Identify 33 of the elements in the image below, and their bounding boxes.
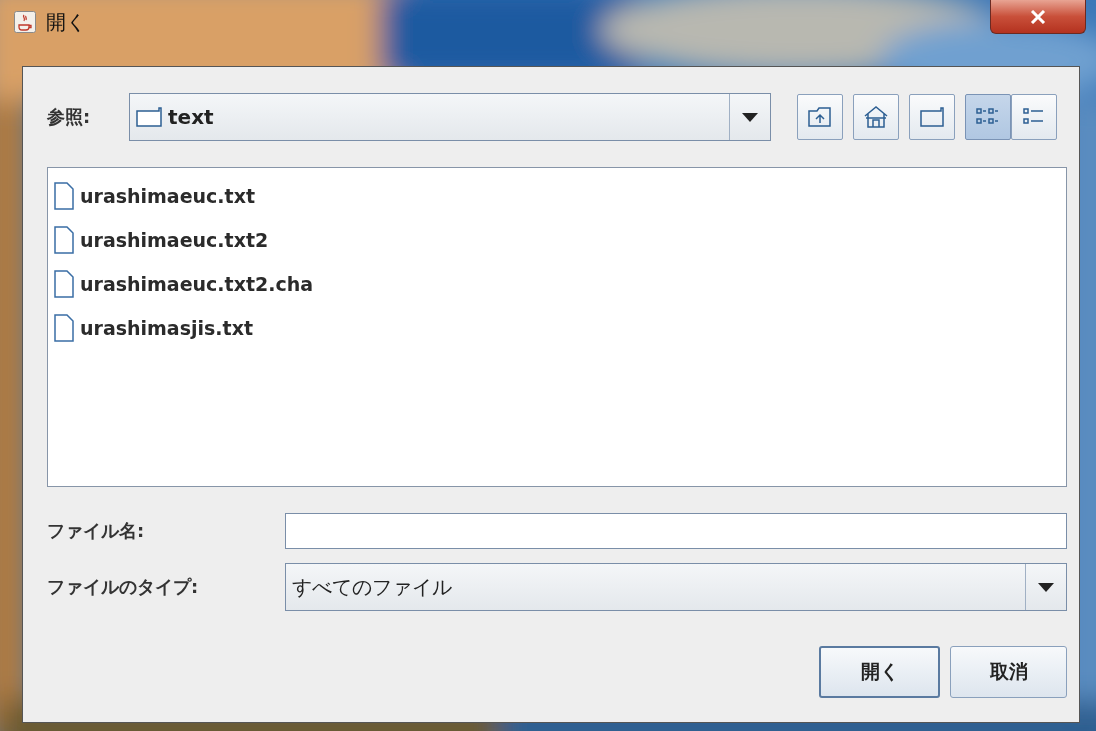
view-toggle-button[interactable]: [965, 94, 1011, 140]
file-type-dropdown[interactable]: すべてのファイル: [285, 563, 1067, 611]
document-icon: [54, 182, 74, 210]
file-item[interactable]: urashimaeuc.txt2: [54, 218, 1060, 262]
cancel-button[interactable]: 取消: [950, 646, 1067, 698]
look-in-label: 参照:: [47, 105, 92, 129]
toolbar-button[interactable]: [853, 94, 899, 140]
close-button[interactable]: [990, 0, 1086, 34]
open-button[interactable]: 開く: [819, 646, 940, 698]
toolbar-button[interactable]: [909, 94, 955, 140]
document-icon: [54, 270, 74, 298]
file-type-value: すべてのファイル: [291, 573, 453, 601]
folder-up-icon: [807, 105, 833, 129]
file-type-label: ファイルのタイプ:: [47, 575, 200, 599]
home-icon: [863, 104, 889, 130]
document-icon: [54, 226, 74, 254]
window-title: 開く: [46, 8, 86, 36]
dropdown-arrow-icon: [742, 112, 758, 122]
close-icon: [1030, 9, 1046, 24]
view-toggle-button[interactable]: [1011, 94, 1057, 140]
folder-icon: [919, 106, 945, 128]
look-in-value: text: [167, 105, 215, 129]
document-icon: [54, 314, 74, 342]
toolbar-button[interactable]: [797, 94, 843, 140]
folder-icon: [136, 107, 162, 127]
file-item[interactable]: urashimasjis.txt: [54, 306, 1060, 350]
file-name-label: ファイル名:: [47, 519, 146, 543]
look-in-dropdown[interactable]: text: [129, 93, 771, 141]
file-item[interactable]: urashimaeuc.txt: [54, 174, 1060, 218]
java-cup-icon: [14, 11, 36, 33]
dropdown-arrow-icon: [1038, 582, 1054, 592]
file-item[interactable]: urashimaeuc.txt2.cha: [54, 262, 1060, 306]
file-name-field[interactable]: [285, 513, 1067, 549]
